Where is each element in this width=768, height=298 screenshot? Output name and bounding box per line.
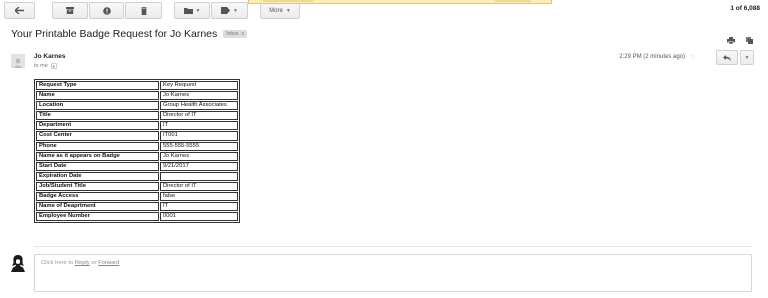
row-label: Badge Access [36, 192, 159, 202]
badge-request-table: Request Type Key Request Name Jo Karnes Loca… [34, 79, 240, 224]
row-value: Director of IT [160, 181, 238, 192]
table-row: Job/Student Title Director of IT [36, 181, 238, 192]
more-label: More [269, 7, 283, 14]
row-label: Department [36, 121, 159, 131]
chevron-down-icon: ▼ [285, 7, 291, 14]
details-dropdown-icon[interactable]: ▼ [50, 63, 57, 69]
table-row: Name as it appears on Badge Jo Karnes [36, 151, 238, 161]
row-value: 0001 [160, 212, 238, 222]
row-label: Name as it appears on Badge [36, 151, 159, 161]
label-icon [221, 7, 231, 14]
new-window-icon[interactable] [746, 31, 753, 49]
message-count: 1 of 6,088 [730, 5, 760, 12]
back-button[interactable] [4, 2, 35, 19]
chevron-down-icon: ▼ [233, 7, 238, 14]
table-row: Employee Number 0001 [36, 212, 238, 222]
reply-icon [723, 54, 731, 61]
row-label: Name of Deaprtment [36, 202, 159, 212]
archive-button[interactable] [52, 2, 88, 19]
row-value: IT [160, 202, 238, 212]
row-value: false [160, 192, 238, 202]
archive-icon [66, 7, 74, 14]
table-row: Cost Center IT001 [36, 131, 238, 141]
recipient-line: to me ▼ [34, 63, 57, 69]
more-button[interactable]: More ▼ [260, 2, 300, 19]
row-value: Group Health Associates [160, 101, 238, 111]
table-row: Title Director of IT [36, 111, 238, 121]
row-label: Title [36, 111, 159, 121]
reply-box[interactable]: Click here to Reply or Forward [34, 254, 752, 292]
row-label: Start Date [36, 161, 159, 171]
table-row: Name Jo Karnes [36, 91, 238, 101]
notification-bar [248, 0, 552, 4]
labels-button[interactable]: ▼ [211, 2, 248, 19]
sender-name[interactable]: Jo Karnes [34, 53, 65, 60]
row-value: Jo Karnes [160, 151, 238, 161]
user-avatar [10, 254, 26, 272]
row-value: IT [160, 121, 238, 131]
move-to-button[interactable]: ▼ [174, 2, 210, 19]
table-row: Start Date 9/21/2017 [36, 161, 238, 171]
star-icon[interactable]: ☆ [690, 53, 696, 61]
report-spam-button[interactable] [89, 2, 124, 19]
folder-icon [183, 7, 193, 14]
row-label: Expiration Date [36, 171, 159, 181]
forward-link[interactable]: Forward [98, 260, 119, 266]
more-actions-button[interactable]: ▼ [740, 50, 754, 65]
table-row: Name of Deaprtment IT [36, 202, 238, 212]
subject-line: Your Printable Badge Request for Jo Karn… [11, 28, 247, 40]
table-row: Expiration Date [36, 171, 238, 181]
row-label: Location [36, 101, 159, 111]
avatar [11, 54, 25, 68]
row-label: Phone [36, 141, 159, 151]
row-value: IT001 [160, 131, 238, 141]
page-title: Your Printable Badge Request for Jo Karn… [11, 28, 218, 40]
delete-button[interactable] [125, 2, 162, 19]
inbox-label-chip[interactable]: Inbox x [223, 30, 247, 38]
reply-button[interactable] [716, 50, 738, 65]
row-label: Employee Number [36, 212, 159, 222]
close-icon[interactable]: x [241, 31, 244, 37]
user-silhouette-icon [11, 255, 25, 272]
row-label: Job/Student Title [36, 181, 159, 192]
row-value: Jo Karnes [160, 91, 238, 101]
row-value [160, 171, 238, 181]
report-spam-icon [102, 6, 111, 15]
print-icon[interactable] [727, 31, 735, 49]
table-body: Request Type Key Request Name Jo Karnes Loca… [36, 81, 238, 222]
row-label: Name [36, 91, 159, 101]
table-row: Request Type Key Request [36, 81, 238, 91]
toolbar: ▼ ▼ More ▼ 1 of 6,088 [0, 0, 768, 22]
subject-actions [727, 31, 753, 49]
row-label: Request Type [36, 81, 159, 91]
chevron-down-icon: ▼ [744, 54, 750, 61]
timestamp: 2:29 PM (2 minutes ago) [619, 54, 685, 60]
trash-icon [140, 6, 147, 15]
row-value: Director of IT [160, 111, 238, 121]
row-value: 555-555-5555 [160, 141, 238, 151]
row-value: Key Request [160, 81, 238, 91]
reply-link[interactable]: Reply [75, 260, 90, 266]
divider [34, 246, 752, 247]
chevron-down-icon: ▼ [195, 7, 201, 14]
person-icon [14, 58, 22, 68]
back-arrow-icon [15, 7, 24, 14]
table-row: Location Group Health Associates [36, 101, 238, 111]
table-row: Department IT [36, 121, 238, 131]
table-row: Badge Access false [36, 192, 238, 202]
table-row: Phone 555-555-5555 [36, 141, 238, 151]
row-label: Cost Center [36, 131, 159, 141]
row-value: 9/21/2017 [160, 161, 238, 171]
